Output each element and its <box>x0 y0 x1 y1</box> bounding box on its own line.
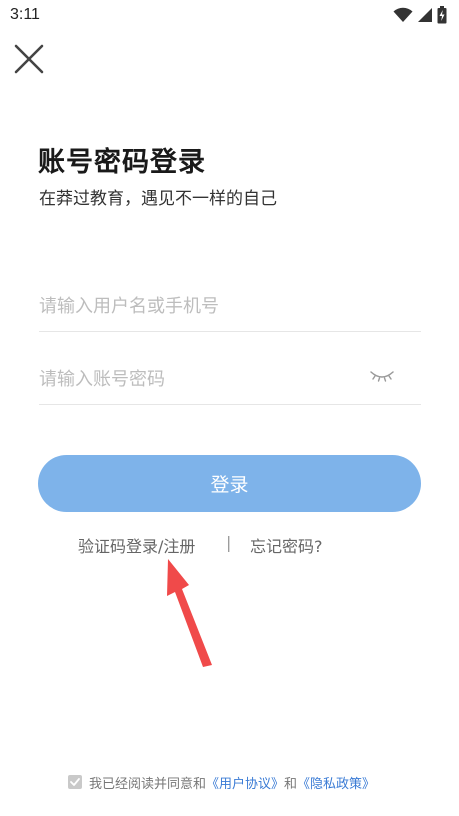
annotation-arrow-icon <box>167 559 212 667</box>
forgot-password-link[interactable]: 忘记密码? <box>250 533 323 557</box>
checkmark-icon <box>70 778 80 786</box>
agreement-row: 我已经阅读并同意和 《用户协议》 和 《隐私政策》 <box>68 772 375 792</box>
page-title: 账号密码登录 <box>38 147 206 178</box>
user-agreement-link[interactable]: 《用户协议》 <box>206 773 284 792</box>
wifi-icon <box>393 7 413 22</box>
agreement-prefix: 我已经阅读并同意和 <box>89 776 207 792</box>
agreement-checkbox[interactable] <box>68 775 82 789</box>
sms-login-register-link[interactable]: 验证码登录/注册 <box>78 533 195 557</box>
close-button[interactable] <box>12 42 46 76</box>
status-icons <box>393 6 447 24</box>
password-visibility-toggle[interactable] <box>369 367 395 385</box>
privacy-policy-link[interactable]: 《隐私政策》 <box>297 773 375 792</box>
eye-closed-icon <box>370 371 394 382</box>
page-subtitle: 在莽过教育，遇见不一样的自己 <box>39 189 277 209</box>
login-button[interactable]: 登录 <box>38 455 421 512</box>
password-field <box>39 355 421 405</box>
link-divider: | <box>226 533 232 552</box>
status-bar: 3:11 <box>0 0 459 30</box>
cellular-signal-icon <box>418 8 432 22</box>
battery-charging-icon <box>437 6 447 24</box>
status-time: 3:11 <box>10 6 40 23</box>
agreement-and: 和 <box>284 776 298 792</box>
username-input[interactable] <box>39 282 421 330</box>
password-input[interactable] <box>39 355 421 403</box>
secondary-links: 验证码登录/注册 | 忘记密码? <box>0 533 459 557</box>
close-icon <box>14 44 44 74</box>
username-field <box>39 282 421 332</box>
